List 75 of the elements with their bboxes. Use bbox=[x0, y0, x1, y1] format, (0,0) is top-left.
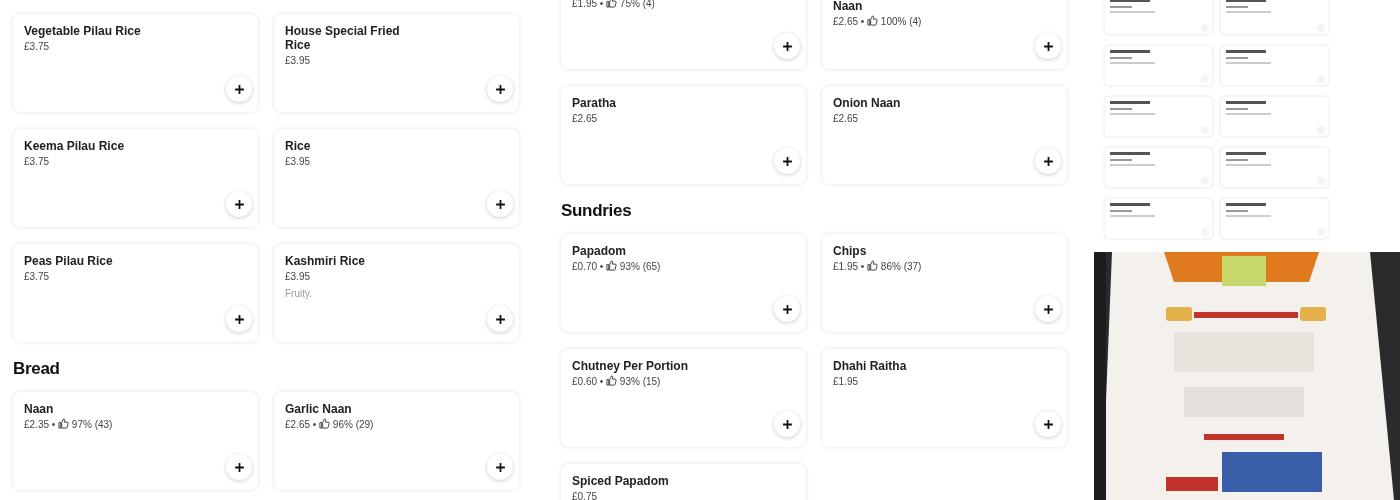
price-text: £3.95 bbox=[285, 270, 312, 283]
price-text: £1.95 bbox=[833, 375, 860, 388]
plus-icon bbox=[781, 40, 793, 52]
item-name: Onion Naan bbox=[833, 96, 902, 110]
thumbs-up-icon bbox=[867, 260, 879, 271]
price-rating-text: £2.65 • 100% (4) bbox=[833, 15, 923, 28]
item-name: Paratha bbox=[572, 96, 618, 110]
plus-icon bbox=[233, 313, 245, 325]
item-name: Rice bbox=[285, 139, 312, 153]
item-name: Chips bbox=[833, 244, 868, 258]
add-button[interactable] bbox=[487, 306, 513, 332]
price-rating-text: £1.95 • 75% (4) bbox=[572, 0, 656, 10]
plus-icon bbox=[1042, 155, 1054, 167]
price-rating-text: £0.60 • 93% (15) bbox=[572, 375, 662, 388]
price-rating-text: £2.35 • 97% (43) bbox=[24, 418, 114, 431]
item-description: Fruity. bbox=[285, 287, 314, 301]
add-button[interactable] bbox=[226, 306, 252, 332]
price-text: £0.75 bbox=[572, 490, 599, 500]
plus-icon bbox=[1042, 40, 1054, 52]
price-text: £3.75 bbox=[24, 155, 51, 168]
item-name: Garlic Naan bbox=[285, 402, 353, 416]
plus-icon bbox=[494, 313, 506, 325]
add-button[interactable] bbox=[226, 191, 252, 217]
price-text: £3.75 bbox=[24, 270, 51, 283]
add-button[interactable] bbox=[774, 148, 800, 174]
add-button[interactable] bbox=[1035, 148, 1061, 174]
item-name: Keema Pilau Rice bbox=[24, 139, 126, 153]
add-button[interactable] bbox=[1035, 296, 1061, 322]
thumbs-up-icon bbox=[867, 15, 879, 26]
plus-icon bbox=[233, 461, 245, 473]
price-text: £3.95 bbox=[285, 155, 312, 168]
plus-icon bbox=[781, 155, 793, 167]
price-rating-text: £2.65 • 96% (29) bbox=[285, 418, 375, 431]
add-button[interactable] bbox=[487, 454, 513, 480]
plus-icon bbox=[494, 461, 506, 473]
thumbs-up-icon bbox=[606, 260, 618, 271]
thumbs-up-icon bbox=[606, 375, 618, 386]
plus-icon bbox=[1042, 418, 1054, 430]
add-button[interactable] bbox=[487, 76, 513, 102]
plus-icon bbox=[781, 418, 793, 430]
item-name: Chutney Per Portion bbox=[572, 359, 689, 373]
item-name: Dhahi Raitha bbox=[833, 359, 908, 373]
plus-icon bbox=[781, 303, 793, 315]
item-name: Naan bbox=[24, 402, 55, 416]
thumbs-up-icon bbox=[606, 0, 618, 8]
plus-icon bbox=[494, 198, 506, 210]
item-name: Papadom bbox=[572, 244, 627, 258]
item-name: Peas Pilau Rice bbox=[24, 254, 114, 268]
price-rating-text: £1.95 • 86% (37) bbox=[833, 260, 923, 273]
price-text: £3.95 bbox=[285, 54, 312, 67]
price-text: £2.65 bbox=[572, 112, 599, 125]
add-button[interactable] bbox=[1035, 33, 1061, 59]
thumbs-up-icon bbox=[58, 418, 70, 429]
item-name: Spiced Papadom bbox=[572, 474, 670, 488]
add-button[interactable] bbox=[226, 454, 252, 480]
plus-icon bbox=[233, 198, 245, 210]
thumbs-up-icon bbox=[319, 418, 331, 429]
section-heading: Bread bbox=[13, 359, 61, 379]
plus-icon bbox=[233, 83, 245, 95]
plus-icon bbox=[494, 83, 506, 95]
item-name: Naan bbox=[833, 0, 864, 13]
item-name: House Special Fried Rice bbox=[285, 24, 401, 52]
add-button[interactable] bbox=[226, 76, 252, 102]
add-button[interactable] bbox=[774, 411, 800, 437]
add-button[interactable] bbox=[774, 296, 800, 322]
add-button[interactable] bbox=[1035, 411, 1061, 437]
price-text: £3.75 bbox=[24, 40, 51, 53]
section-heading: Sundries bbox=[561, 201, 633, 221]
item-name: Kashmiri Rice bbox=[285, 254, 367, 268]
item-name: Vegetable Pilau Rice bbox=[24, 24, 142, 38]
price-rating-text: £0.70 • 93% (65) bbox=[572, 260, 662, 273]
add-button[interactable] bbox=[487, 191, 513, 217]
plus-icon bbox=[1042, 303, 1054, 315]
add-button[interactable] bbox=[774, 33, 800, 59]
price-text: £2.65 bbox=[833, 112, 860, 125]
